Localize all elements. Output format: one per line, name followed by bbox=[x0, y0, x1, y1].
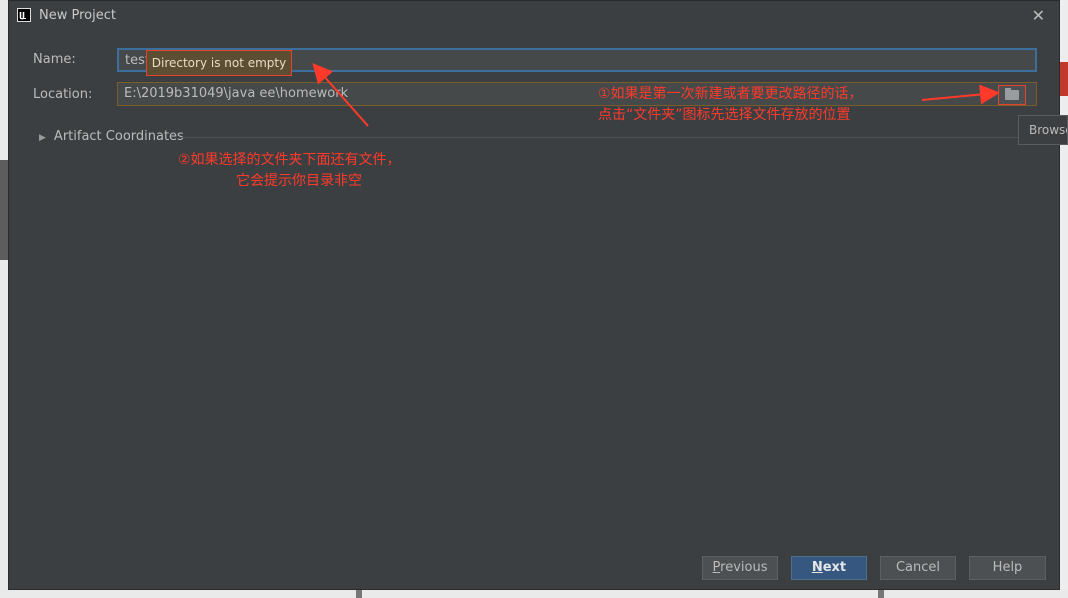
arrow-to-tooltip bbox=[312, 63, 369, 127]
arrow-to-browse bbox=[921, 84, 1000, 105]
annotation-arrows bbox=[312, 63, 1000, 127]
